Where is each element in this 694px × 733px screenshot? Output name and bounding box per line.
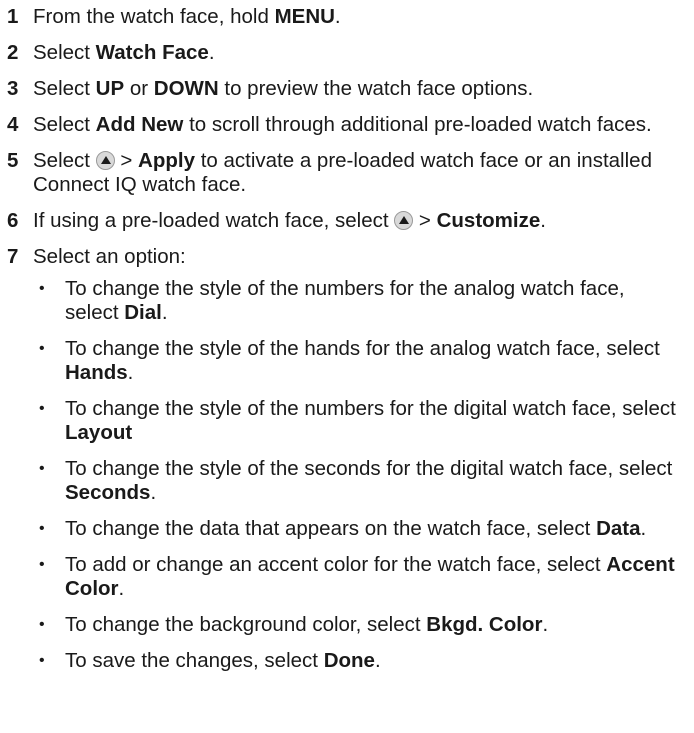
step-6: 6 If using a pre-loaded watch face, sele… (7, 209, 687, 233)
step-number: 6 (7, 209, 19, 232)
bullet: • (39, 400, 45, 417)
step-7: 7 Select an option: (7, 245, 687, 269)
step-number: 2 (7, 41, 19, 64)
list-item: • To change the background color, select… (33, 613, 687, 637)
step-text: Select an option: (33, 245, 186, 268)
step-number: 4 (7, 113, 19, 136)
option-text: To save the changes, select Done. (65, 649, 381, 672)
list-item: • To save the changes, select Done. (33, 649, 687, 673)
option-text: To add or change an accent color for the… (65, 553, 675, 600)
step-3: 3 Select UP or DOWN to preview the watch… (7, 77, 687, 101)
step-text: From the watch face, hold MENU. (33, 5, 341, 28)
up-arrow-button-icon (394, 211, 414, 230)
list-item: • To change the data that appears on the… (33, 517, 687, 541)
step-5: 5 Select > Apply to activate a pre-loade… (7, 149, 687, 197)
list-item: • To change the style of the numbers for… (33, 277, 687, 325)
step-text: If using a pre-loaded watch face, select… (33, 209, 546, 232)
option-text: To change the background color, select B… (65, 613, 549, 636)
step-number: 7 (7, 245, 19, 268)
step-number: 3 (7, 77, 19, 100)
bullet: • (39, 340, 45, 357)
option-list: • To change the style of the numbers for… (33, 277, 687, 673)
step-text: Select UP or DOWN to preview the watch f… (33, 77, 534, 100)
step-4: 4 Select Add New to scroll through addit… (7, 113, 687, 137)
list-item: • To add or change an accent color for t… (33, 553, 687, 601)
list-item: • To change the style of the hands for t… (33, 337, 687, 385)
step-text: Select Watch Face. (33, 41, 215, 64)
step-text: Select Add New to scroll through additio… (33, 113, 652, 136)
option-text: To change the style of the numbers for t… (65, 277, 625, 324)
step-text: Select > Apply to activate a pre-loaded … (33, 149, 652, 196)
list-item: • To change the style of the seconds for… (33, 457, 687, 505)
bullet: • (39, 616, 45, 633)
bullet: • (39, 520, 45, 537)
option-text: To change the style of the hands for the… (65, 337, 660, 384)
up-arrow-button-icon (95, 151, 115, 170)
list-item: • To change the style of the numbers for… (33, 397, 687, 445)
option-text: To change the data that appears on the w… (65, 517, 647, 540)
instructions-document: 1 From the watch face, hold MENU. 2 Sele… (0, 0, 687, 673)
option-text: To change the style of the seconds for t… (65, 457, 673, 504)
option-text: To change the style of the numbers for t… (65, 397, 676, 444)
step-number: 5 (7, 149, 19, 172)
bullet: • (39, 280, 45, 297)
bullet: • (39, 460, 45, 477)
step-1: 1 From the watch face, hold MENU. (7, 5, 687, 29)
step-number: 1 (7, 5, 19, 28)
step-2: 2 Select Watch Face. (7, 41, 687, 65)
bullet: • (39, 556, 45, 573)
bullet: • (39, 652, 45, 669)
